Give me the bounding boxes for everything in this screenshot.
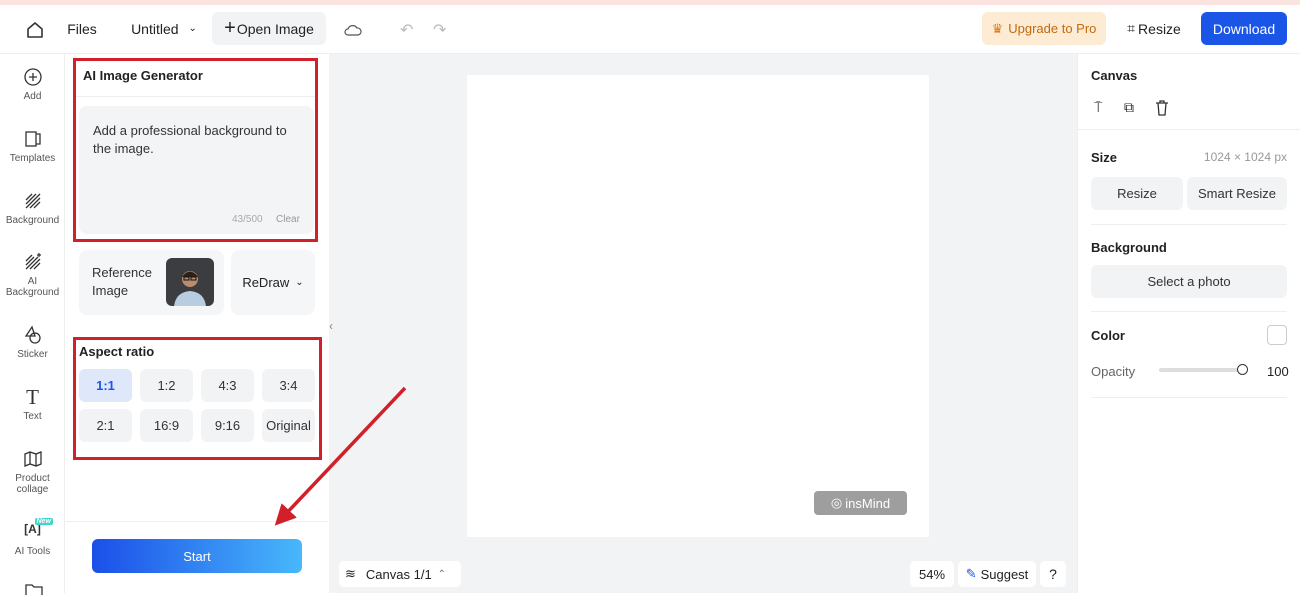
collapse-panel-icon[interactable]: ‹: [329, 319, 333, 333]
sidebar-label: AI Tools: [14, 546, 51, 557]
prompt-textarea[interactable]: Add a professional background to the ima…: [79, 106, 314, 234]
plus-circle-icon: [23, 68, 42, 86]
cloud-icon[interactable]: [343, 22, 363, 38]
sidebar-item-ai-background[interactable]: AI Background: [0, 252, 65, 298]
color-swatch[interactable]: [1267, 325, 1287, 345]
aspect-ratio-title: Aspect ratio: [79, 344, 155, 359]
chevron-down-icon: ⌄: [295, 277, 304, 288]
suggest-icon: ✎: [965, 566, 977, 581]
char-count: 43/500: [232, 214, 263, 225]
clear-button[interactable]: Clear: [276, 214, 300, 225]
size-value: 1024 × 1024 px: [1203, 150, 1287, 164]
reference-image-thumbnail: [166, 258, 214, 306]
duplicate-icon[interactable]: ⧉: [1124, 99, 1134, 116]
sidebar-item-sticker[interactable]: Sticker: [0, 325, 65, 360]
opacity-slider[interactable]: [1159, 368, 1243, 372]
canvas-pages-control[interactable]: ≋ Canvas 1/1 ⌃: [339, 561, 461, 587]
suggest-button[interactable]: ✎ Suggest: [958, 561, 1036, 587]
ratio-4-3[interactable]: 4:3: [201, 369, 254, 402]
right-properties-panel: Canvas ⍑ ⧉ Size 1024 × 1024 px Resize Sm…: [1077, 54, 1300, 593]
ratio-3-4[interactable]: 3:4: [262, 369, 315, 402]
watermark-logo: ◎ insMind: [814, 491, 907, 515]
sidebar-label: Product collage: [15, 473, 50, 495]
sidebar-label: Add: [23, 91, 42, 102]
home-icon[interactable]: [25, 20, 45, 40]
sidebar-label: Text: [23, 411, 42, 422]
canvas-pages-label: Canvas 1/1: [365, 566, 432, 582]
files-menu[interactable]: Files: [62, 12, 102, 45]
ai-image-generator-panel: AI Image Generator Add a professional ba…: [66, 54, 328, 593]
open-image-button[interactable]: + Open Image: [212, 12, 326, 45]
reference-label: Reference Image: [92, 265, 152, 298]
sidebar-label: Background: [5, 215, 60, 226]
text-icon: T: [26, 385, 39, 409]
collage-icon: [23, 451, 42, 467]
help-button[interactable]: ?: [1040, 561, 1066, 587]
layers-icon: ≋: [345, 566, 356, 581]
top-toolbar: Files Untitled ⌄ + Open Image ↶ ↷ ♛ Upgrade…: [0, 5, 1300, 54]
color-label: Color: [1091, 328, 1125, 343]
trash-icon[interactable]: [1155, 100, 1169, 116]
download-button[interactable]: Download: [1201, 12, 1287, 45]
resize-label: Resize: [1138, 20, 1181, 37]
reference-image-card[interactable]: Reference Image: [79, 250, 224, 315]
resize-button[interactable]: ⌗ Resize: [1122, 12, 1186, 45]
select-photo-button[interactable]: Select a photo: [1091, 265, 1287, 298]
sidebar-label: Sticker: [17, 349, 48, 360]
sidebar-item-product-collage[interactable]: Product collage: [0, 449, 65, 495]
opacity-slider-handle[interactable]: [1237, 364, 1248, 375]
document-title: Untitled: [131, 20, 179, 37]
chevron-down-icon: ⌄: [188, 23, 197, 34]
sidebar-item-background[interactable]: Background: [0, 191, 65, 226]
panel-title: AI Image Generator: [83, 68, 203, 83]
suggest-label: Suggest: [980, 566, 1029, 582]
canvas-area: ‹ ◎ insMind ≋ Canvas 1/1 ⌃ 54% ✎ Suggest ?: [329, 54, 1077, 593]
resize-canvas-button[interactable]: Resize: [1091, 177, 1183, 210]
ratio-9-16[interactable]: 9:16: [201, 409, 254, 442]
ratio-16-9[interactable]: 16:9: [140, 409, 193, 442]
plus-icon: +: [224, 17, 236, 39]
canvas-section-title: Canvas: [1091, 68, 1138, 83]
sidebar-label: AI Background: [5, 276, 60, 298]
open-image-label: Open Image: [236, 20, 314, 37]
chevron-up-icon: ⌃: [437, 568, 447, 580]
sidebar-item-text[interactable]: T Text: [0, 385, 65, 423]
upgrade-to-pro-button[interactable]: ♛ Upgrade to Pro: [982, 12, 1106, 45]
prompt-text: Add a professional background to the ima…: [93, 123, 287, 156]
ai-tools-icon: [A] New: [24, 518, 53, 536]
left-sidebar: Add Templates Background AI Background S…: [0, 54, 65, 595]
background-label: Background: [1091, 240, 1167, 255]
opacity-label: Opacity: [1091, 364, 1136, 379]
ratio-original[interactable]: Original: [262, 409, 315, 442]
crop-icon: ⌗: [1127, 20, 1136, 36]
sticker-icon: [24, 325, 41, 344]
ratio-2-1[interactable]: 2:1: [79, 409, 132, 442]
templates-icon: [24, 131, 41, 147]
ratio-1-1[interactable]: 1:1: [79, 369, 132, 402]
ratio-1-2[interactable]: 1:2: [140, 369, 193, 402]
watermark-text: insMind: [845, 495, 891, 511]
folder-icon[interactable]: [25, 583, 43, 595]
start-button[interactable]: Start: [92, 539, 302, 573]
sidebar-item-add[interactable]: Add: [0, 67, 65, 102]
sidebar-item-templates[interactable]: Templates: [0, 129, 65, 164]
redo-icon[interactable]: ↷: [433, 20, 446, 40]
document-title-dropdown[interactable]: Untitled ⌄: [124, 12, 204, 45]
new-badge: New: [34, 518, 53, 525]
smart-resize-button[interactable]: Smart Resize: [1187, 177, 1287, 210]
crown-icon: ♛: [991, 20, 1004, 36]
ai-background-icon: [25, 253, 41, 270]
upgrade-label: Upgrade to Pro: [1008, 21, 1097, 36]
mode-label: ReDraw: [242, 275, 290, 290]
undo-icon[interactable]: ↶: [400, 20, 413, 40]
size-label: Size: [1091, 150, 1118, 165]
sidebar-label: Templates: [9, 153, 56, 164]
background-icon: [25, 193, 40, 209]
paint-roller-icon[interactable]: ⍑: [1094, 99, 1102, 116]
zoom-level[interactable]: 54%: [910, 561, 954, 587]
sidebar-item-ai-tools[interactable]: [A] New AI Tools: [0, 518, 65, 557]
opacity-value: 100: [1267, 364, 1289, 379]
canvas-page[interactable]: ◎ insMind: [467, 75, 929, 537]
mode-dropdown[interactable]: ReDraw ⌄: [231, 250, 315, 315]
